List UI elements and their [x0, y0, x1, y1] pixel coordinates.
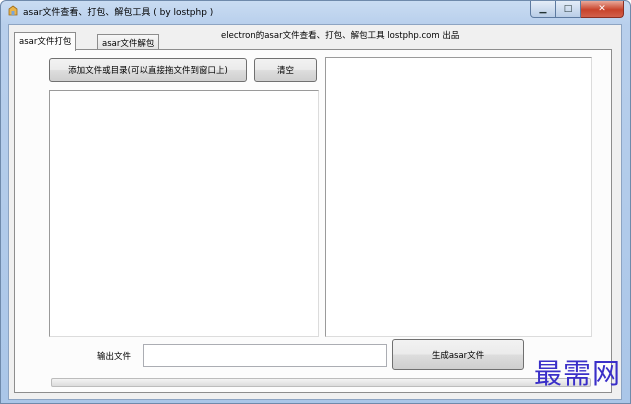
- file-list[interactable]: [49, 90, 319, 337]
- watermark: 最需网: [533, 357, 621, 390]
- header-note: electron的asar文件查看、打包、解包工具 lostphp.com 出品: [221, 31, 460, 41]
- close-button[interactable]: ✕: [581, 1, 624, 18]
- app-icon: [8, 5, 18, 16]
- window-controls: ▁ □ ✕: [530, 1, 624, 18]
- clear-button[interactable]: 清空: [254, 58, 317, 82]
- pack-tab-panel: 添加文件或目录(可以直接拖文件到窗口上) 清空 输出文件 生成asar文件: [14, 49, 612, 393]
- client-area: asar文件打包 asar文件解包 electron的asar文件查看、打包、解…: [8, 24, 622, 400]
- generate-asar-button[interactable]: 生成asar文件: [392, 339, 524, 370]
- minimize-button[interactable]: ▁: [530, 1, 556, 18]
- tab-pack[interactable]: asar文件打包: [14, 32, 77, 51]
- title-bar[interactable]: asar文件查看、打包、解包工具 ( by lostphp ) ▁ □ ✕: [1, 1, 630, 23]
- preview-list[interactable]: [325, 57, 592, 337]
- minimize-icon: ▁: [539, 4, 547, 14]
- maximize-button[interactable]: □: [556, 1, 581, 18]
- output-file-input[interactable]: [143, 344, 387, 367]
- add-files-button[interactable]: 添加文件或目录(可以直接拖文件到窗口上): [49, 58, 247, 82]
- maximize-icon: □: [563, 4, 573, 14]
- window-title: asar文件查看、打包、解包工具 ( by lostphp ): [23, 8, 214, 18]
- close-icon: ✕: [598, 4, 606, 14]
- output-label: 输出文件: [97, 352, 132, 362]
- app-window: asar文件查看、打包、解包工具 ( by lostphp ) ▁ □ ✕ as…: [0, 0, 631, 404]
- tab-unpack[interactable]: asar文件解包: [97, 34, 160, 50]
- progress-bar: [51, 378, 591, 387]
